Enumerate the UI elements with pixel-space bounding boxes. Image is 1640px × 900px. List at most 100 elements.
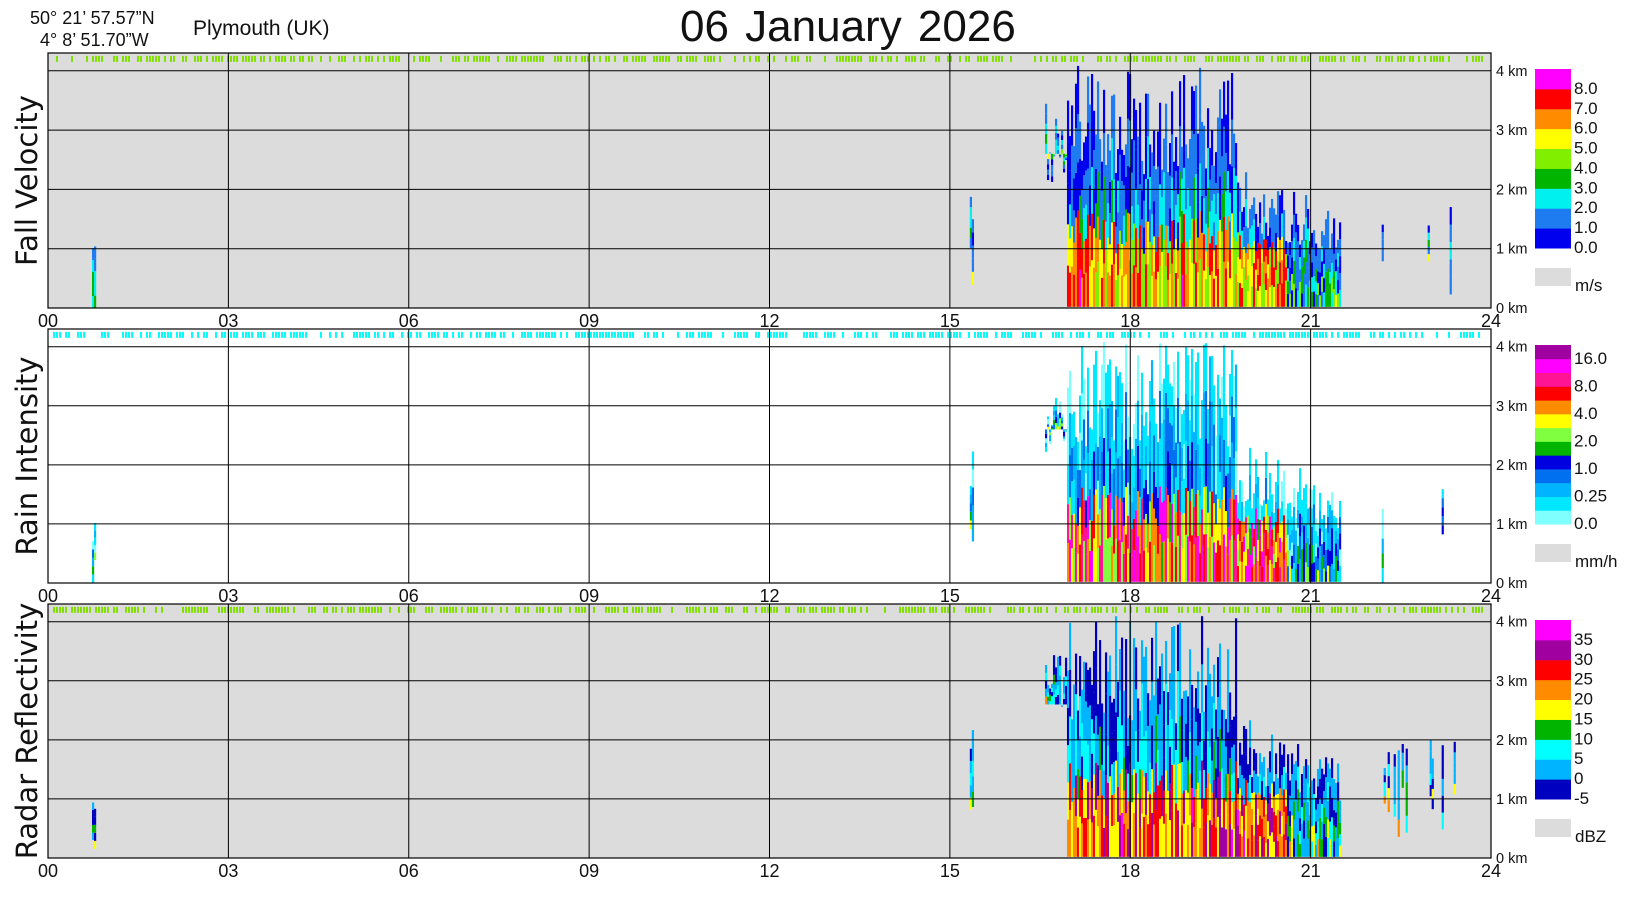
y-tick-label: 1 km — [1496, 517, 1527, 533]
colorbar-label: 2.0 — [1574, 431, 1598, 450]
x-tick-label: 06 — [399, 861, 419, 881]
colorbar: 0.01.02.03.04.05.06.07.08.0 m/s — [1535, 69, 1602, 295]
colorbar-label: 0.0 — [1574, 514, 1598, 533]
x-tick-label: 18 — [1120, 311, 1140, 331]
echo-3 — [91, 246, 97, 308]
x-tick-label: 12 — [759, 586, 779, 606]
x-tick-label: 09 — [579, 586, 599, 606]
colorbar-swatch — [1535, 358, 1571, 374]
colorbar-swatch — [1535, 510, 1571, 525]
colorbar-swatch — [1535, 400, 1571, 415]
x-tick-label: 21 — [1301, 861, 1321, 881]
y-tick-label: 0 km — [1496, 576, 1527, 592]
panel-label: Rain Intensity — [10, 356, 44, 555]
colorbar-label: 25 — [1574, 670, 1593, 689]
colorbar-label: 0 — [1574, 769, 1583, 788]
y-tick-label: 1 km — [1496, 242, 1527, 258]
x-tick-label: 15 — [940, 586, 960, 606]
panel-3: 00 03 06 09 12 15 18 21 240 km1 km2 km3 km4 kmRa… — [10, 603, 1606, 881]
colorbar-label: 7.0 — [1574, 99, 1598, 118]
x-tick-label: 06 — [399, 586, 419, 606]
colorbar-label: 1.0 — [1574, 459, 1598, 478]
x-tick-label: 00 — [38, 861, 58, 881]
y-tick-label: 2 km — [1496, 182, 1527, 198]
x-tick-label: 03 — [218, 311, 238, 331]
x-tick-label: 21 — [1301, 311, 1321, 331]
x-tick-label: 09 — [579, 861, 599, 881]
colorbar-swatch — [1535, 639, 1571, 661]
x-tick-label: 21 — [1301, 586, 1321, 606]
x-tick-label: 03 — [218, 586, 238, 606]
colorbar-label: 6.0 — [1574, 119, 1598, 138]
colorbar-swatch — [1535, 128, 1571, 150]
colorbar-swatch — [1535, 228, 1571, 249]
radar-chart: 00 03 06 09 12 15 18 21 240 km1 km2 km3 km4 kmFa… — [10, 52, 1618, 881]
x-tick-label: 00 — [38, 311, 58, 331]
colorbar-swatch — [1535, 345, 1571, 360]
colorbar-swatch — [1535, 108, 1571, 130]
x-tick-label: 15 — [940, 311, 960, 331]
colorbar-swatch — [1535, 69, 1571, 90]
colorbar-label: -5 — [1574, 789, 1589, 808]
y-tick-label: 2 km — [1496, 458, 1527, 474]
colorbar-swatch — [1535, 168, 1571, 189]
colorbar-label: 1.0 — [1574, 218, 1598, 237]
colorbar-swatch — [1535, 719, 1571, 740]
colorbar-label: 10 — [1574, 729, 1593, 748]
colorbar-unit: dBZ — [1575, 827, 1606, 846]
y-tick-label: 4 km — [1496, 340, 1527, 356]
y-tick-label: 4 km — [1496, 64, 1527, 80]
colorbar-label: 5 — [1574, 749, 1583, 768]
colorbar-swatch — [1535, 779, 1571, 800]
colorbar-swatch — [1535, 679, 1571, 701]
colorbar-label: 4.0 — [1574, 158, 1598, 177]
x-tick-label: 18 — [1120, 861, 1140, 881]
colorbar-label: 30 — [1574, 650, 1593, 669]
x-tick-label: 12 — [759, 311, 779, 331]
colorbar-swatch — [1535, 739, 1571, 760]
colorbar-label: 8.0 — [1574, 376, 1598, 395]
colorbar-label: 5.0 — [1574, 139, 1598, 158]
colorbar-swatch — [1535, 496, 1571, 511]
x-tick-label: 06 — [399, 311, 419, 331]
colorbar-swatch — [1535, 208, 1571, 229]
colorbar-label: 2.0 — [1574, 198, 1598, 217]
y-tick-label: 4 km — [1496, 615, 1527, 631]
colorbar-label: 0.0 — [1574, 238, 1598, 257]
colorbar-swatch — [1535, 620, 1571, 641]
colorbar-swatch — [1535, 427, 1571, 442]
colorbar-swatch — [1535, 759, 1571, 780]
colorbar-swatch — [1535, 659, 1571, 681]
colorbar-label: 35 — [1574, 630, 1593, 649]
colorbar-label: 4.0 — [1574, 404, 1598, 423]
colorbar-label: 3.0 — [1574, 178, 1598, 197]
y-tick-label: 3 km — [1496, 399, 1527, 415]
x-tick-label: 15 — [940, 861, 960, 881]
colorbar-swatch — [1535, 482, 1571, 497]
colorbar-swatch — [1535, 699, 1571, 720]
colorbar-swatch — [1535, 148, 1571, 169]
colorbar-label: 8.0 — [1574, 79, 1598, 98]
colorbar-swatch — [1535, 441, 1571, 456]
colorbar-swatch — [1535, 413, 1571, 429]
colorbar-label: 20 — [1574, 690, 1593, 709]
colorbar-swatch — [1535, 188, 1571, 209]
colorbar-swatch — [1535, 386, 1571, 401]
x-tick-label: 12 — [759, 861, 779, 881]
colorbar-nodata-swatch — [1535, 544, 1571, 562]
colorbar-nodata-swatch — [1535, 819, 1571, 837]
x-tick-label: 09 — [579, 311, 599, 331]
colorbar-unit: mm/h — [1575, 552, 1618, 571]
colorbar-swatch — [1535, 455, 1571, 470]
x-tick-label: 18 — [1120, 586, 1140, 606]
colorbar: -505101520253035 dBZ — [1535, 620, 1606, 846]
colorbar-label: 15 — [1574, 709, 1593, 728]
colorbar-label: 16.0 — [1574, 349, 1607, 368]
panel-label: Fall Velocity — [10, 95, 44, 266]
y-tick-label: 2 km — [1496, 733, 1527, 749]
colorbar-swatch — [1535, 88, 1571, 110]
panel-label: Radar Reflectivity — [10, 603, 44, 860]
y-tick-label: 3 km — [1496, 123, 1527, 139]
y-tick-label: 3 km — [1496, 674, 1527, 690]
y-tick-label: 0 km — [1496, 851, 1527, 867]
